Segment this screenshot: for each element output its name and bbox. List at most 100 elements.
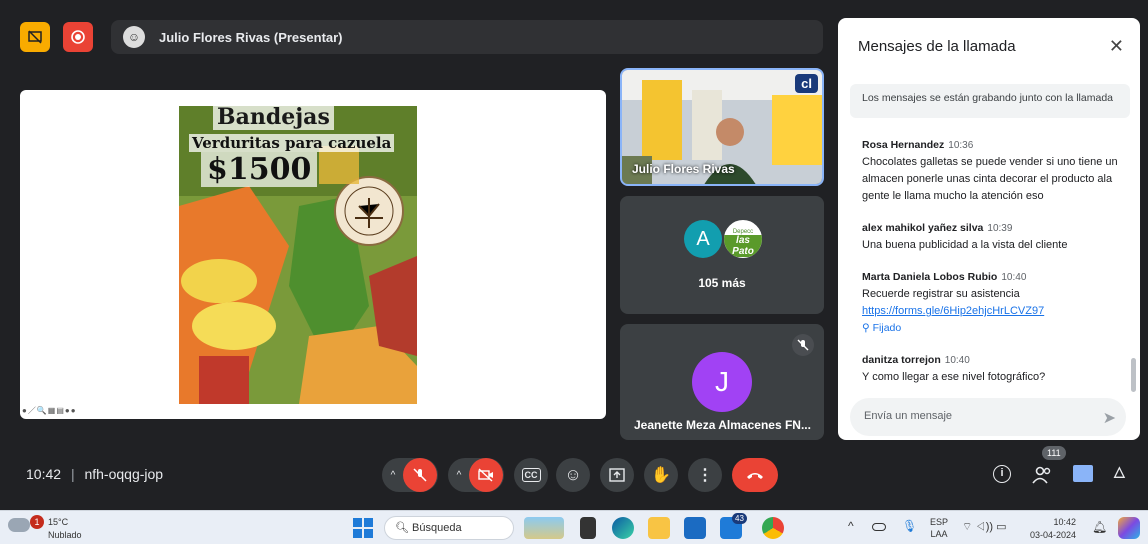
reactions-button[interactable]: ☺ <box>556 458 590 492</box>
message-time: 10:40 <box>944 355 970 366</box>
mic-tray-icon[interactable]: 🎙︎ <box>902 519 917 533</box>
hide-presentation-button[interactable] <box>20 22 50 52</box>
meeting-details-icon[interactable]: i <box>993 465 1011 483</box>
participant-avatar-a: A <box>684 220 722 258</box>
pinned-label[interactable]: Fijado <box>873 322 902 334</box>
message-time: 10:39 <box>987 223 1013 234</box>
captions-button[interactable]: CC <box>514 458 548 492</box>
message-text: Una buena publicidad a la vista del clie… <box>862 239 1068 251</box>
presentation-off-icon <box>28 30 42 44</box>
recording-button[interactable] <box>63 22 93 52</box>
hand-icon: ✋ <box>651 467 671 484</box>
slide-title: Bandejas <box>213 106 334 130</box>
edge-icon[interactable] <box>612 517 634 539</box>
message-time: 10:40 <box>1001 272 1027 283</box>
presenter-avatar: ☺ <box>123 26 145 48</box>
pin-icon: ⚲ <box>862 322 873 334</box>
tile-presenter-name: Julio Flores Rivas <box>632 162 735 176</box>
start-icon[interactable] <box>352 517 374 539</box>
close-icon[interactable]: ✕ <box>1109 36 1124 57</box>
tile-presenter[interactable]: cl Julio Flores Rivas <box>620 68 824 186</box>
more-vert-icon: ⋮ <box>697 467 713 484</box>
chat-message: danitza torrejon 10:40 Y como llegar a es… <box>862 352 1132 386</box>
leave-call-button[interactable] <box>732 458 778 492</box>
raise-hand-button[interactable]: ✋ <box>644 458 678 492</box>
chevron-up-icon[interactable]: ^ <box>848 519 854 533</box>
more-participants-label: 105 más <box>698 276 746 290</box>
more-options-button[interactable]: ⋮ <box>688 458 722 492</box>
meeting-separator: | <box>70 466 75 482</box>
weather-widget[interactable]: 1 15°C Nublado <box>8 515 98 543</box>
onedrive-icon[interactable] <box>872 523 886 531</box>
chat-message: alex mahikol yañez silva 10:39 Una buena … <box>862 220 1132 254</box>
meeting-info: 10:42 | nfh-oqqg-jop <box>26 466 163 482</box>
message-author: Marta Daniela Lobos Rubio <box>862 271 998 283</box>
message-text: Chocolates galletas se puede vender si u… <box>862 156 1118 202</box>
chrome-icon[interactable] <box>762 517 784 539</box>
network-sound-battery-icons[interactable]: ⌔ ◁)) ▭ <box>962 520 1007 534</box>
shared-screen: Bandejas Verduritas para cazuela $1500 ●… <box>20 90 606 419</box>
chat-scrollbar[interactable] <box>1131 358 1136 392</box>
mic-off-icon <box>413 468 427 482</box>
meet-window: ☺ Julio Flores Rivas (Presentar) Bandeja… <box>0 0 1148 510</box>
lang-line-1: ESP <box>930 517 949 527</box>
taskbar-search[interactable]: 🔍︎ Búsqueda <box>384 516 514 540</box>
search-icon: 🔍︎ <box>395 522 413 534</box>
record-icon <box>71 30 85 44</box>
presenter-bar: ☺ Julio Flores Rivas (Presentar) <box>111 20 823 54</box>
weather-desc: Nublado <box>48 530 82 540</box>
camera-toggle-group[interactable]: ^ <box>448 458 504 492</box>
store-icon[interactable] <box>684 517 706 539</box>
tile-jeanette[interactable]: J Jeanette Meza Almacenes FN... <box>620 324 824 440</box>
chat-input[interactable]: Envía un mensaje <box>850 398 1126 436</box>
message-time: 10:36 <box>948 140 974 151</box>
cl-logo: cl <box>795 74 818 93</box>
file-explorer-icon[interactable] <box>648 517 670 539</box>
widget-landscape-icon[interactable] <box>524 517 564 539</box>
mic-off-button[interactable] <box>403 458 437 492</box>
meeting-time: 10:42 <box>26 466 62 482</box>
mail-icon[interactable]: 43 <box>720 513 747 539</box>
slide-toolbar[interactable]: ●／🔍▦▤●● <box>22 405 77 416</box>
weather-temp: 15°C <box>48 517 69 527</box>
participants-button[interactable]: 111 <box>1032 446 1066 486</box>
chevron-up-icon[interactable]: ^ <box>383 470 403 481</box>
presenter-name: Julio Flores Rivas (Presentar) <box>159 29 343 45</box>
captions-icon: CC <box>521 468 541 482</box>
chat-icon[interactable] <box>1073 465 1093 482</box>
jeanette-avatar: J <box>692 352 752 412</box>
people-icon <box>1032 466 1051 484</box>
language-indicator[interactable]: ESP LAA <box>930 516 948 540</box>
message-author: danitza torrejon <box>862 354 941 366</box>
mic-off-icon <box>792 334 814 356</box>
camera-off-button[interactable] <box>469 458 503 492</box>
chat-panel: Mensajes de la llamada ✕ Los mensajes se… <box>838 18 1140 440</box>
participant-avatar-logo: Depecc las Pato <box>722 218 764 260</box>
meeting-code: nfh-oqqg-jop <box>84 466 164 482</box>
recording-note: Los mensajes se están grabando junto con… <box>850 84 1130 118</box>
slide-image: Bandejas Verduritas para cazuela $1500 <box>179 106 417 404</box>
windows-taskbar: 1 15°C Nublado 🔍︎ Búsqueda 43 ^ 🎙︎ ESP L… <box>0 510 1148 544</box>
jeanette-name: Jeanette Meza Almacenes FN... <box>634 418 811 432</box>
message-link[interactable]: https://forms.gle/6Hip2ehjcHrLCVZ97 <box>862 303 1132 320</box>
mail-badge: 43 <box>732 513 747 524</box>
message-author: alex mahikol yañez silva <box>862 222 984 234</box>
mic-toggle-group[interactable]: ^ <box>382 458 438 492</box>
message-text: Recuerde registrar su asistencia <box>862 288 1020 300</box>
chat-message: Rosa Hernandez 10:36 Chocolates galletas … <box>862 137 1132 205</box>
chat-title: Mensajes de la llamada <box>858 38 1016 55</box>
copilot-icon[interactable] <box>1118 517 1140 539</box>
send-icon[interactable]: ➤ <box>1103 408 1116 428</box>
chat-message: Marta Daniela Lobos Rubio 10:40 Recuerde … <box>862 269 1132 337</box>
clock[interactable]: 10:42 03-04-2024 <box>1030 516 1076 542</box>
notification-bell-icon[interactable]: 🔔︎ <box>1092 520 1107 534</box>
hang-up-icon <box>747 473 763 479</box>
lang-line-2: LAA <box>930 529 948 539</box>
camera-off-icon <box>478 468 493 482</box>
tile-more-participants[interactable]: A Depecc las Pato 105 más <box>620 196 824 314</box>
file-viewer-icon[interactable] <box>580 517 596 539</box>
activities-icon[interactable]: △ <box>1114 463 1125 480</box>
chevron-up-icon[interactable]: ^ <box>449 470 469 481</box>
present-button[interactable] <box>600 458 634 492</box>
weather-icon <box>8 518 30 532</box>
